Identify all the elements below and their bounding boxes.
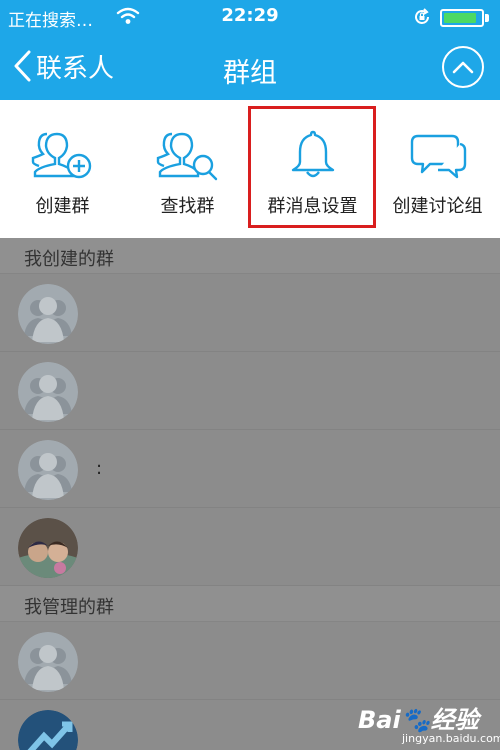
list-item[interactable] [0,352,500,430]
rotation-lock-icon [415,8,429,24]
default-group-avatar [18,632,78,692]
list-item[interactable] [0,508,500,586]
status-bar: 正在搜索… 22:29 [0,0,500,34]
watermark-url: jingyan.baidu.com [402,732,500,745]
list-item[interactable] [0,622,500,700]
watermark-logo: Bai🐾经验 [358,706,479,734]
blue-logo-avatar [18,710,78,750]
group-search-icon [156,132,217,181]
create-group-button[interactable]: 创建群 [0,100,125,238]
battery-icon [440,9,484,27]
nav-bar: 联系人 群组 [0,34,500,100]
section-header-created: 我创建的群 [0,238,500,274]
list-item[interactable]: : [0,430,500,508]
find-group-button[interactable]: 查找群 [125,100,250,238]
dimmed-group-list: 我创建的群 : 我管理的群 [0,238,500,750]
chevron-up-icon [452,61,474,74]
group-add-icon [31,132,91,179]
chat-bubble-icon [410,134,466,179]
create-group-label: 创建群 [35,196,90,217]
page-title: 群组 [223,58,277,89]
find-group-label: 查找群 [160,196,215,217]
photo-avatar [18,518,78,578]
battery-tip [485,14,489,22]
default-group-avatar [18,284,78,344]
paw-icon: 🐾 [400,706,431,734]
section-header-managed: 我管理的群 [0,586,500,622]
default-group-avatar [18,362,78,422]
highlight-box [248,106,376,228]
battery-level [444,13,476,23]
baidu-watermark: Bai🐾经验 jingyan.baidu.com [356,700,500,748]
create-discussion-label: 创建讨论组 [392,196,483,217]
collapse-button[interactable] [442,46,484,88]
list-item[interactable] [0,274,500,352]
row-text: : [96,458,103,479]
section-title: 我创建的群 [24,249,114,270]
section-title: 我管理的群 [24,597,114,618]
default-group-avatar [18,440,78,500]
create-discussion-button[interactable]: 创建讨论组 [375,100,500,238]
